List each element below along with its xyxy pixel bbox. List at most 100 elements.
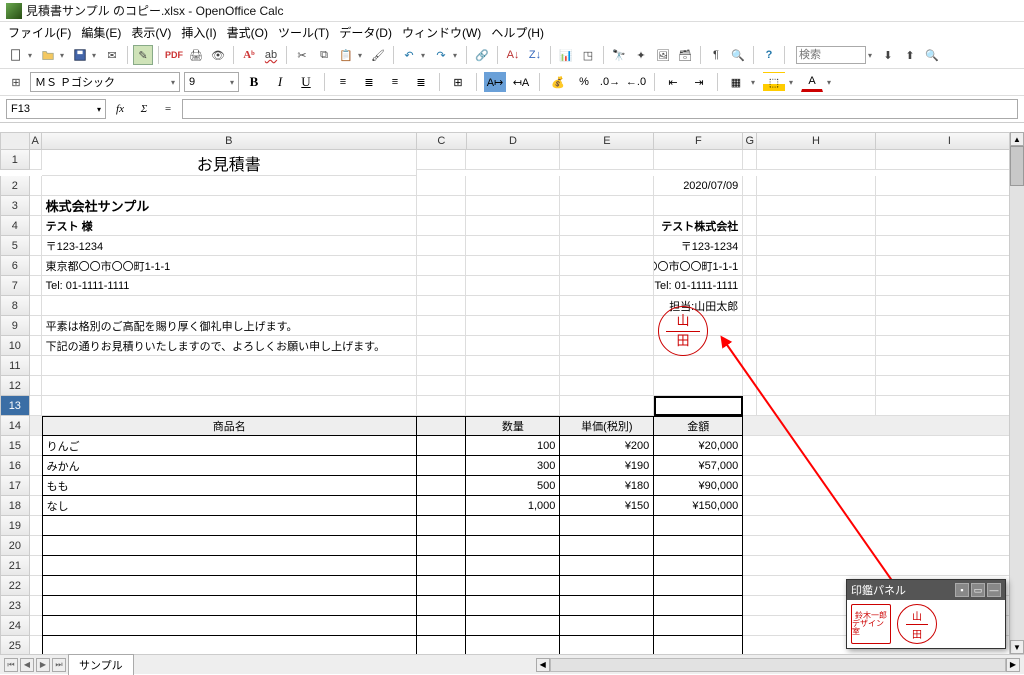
col-name-header[interactable]: 商品名	[42, 416, 417, 436]
gallery-button[interactable]: 🖼	[653, 45, 673, 65]
vertical-scrollbar[interactable]: ▲ ▼	[1009, 132, 1024, 654]
select-all-corner[interactable]	[0, 132, 30, 150]
new-dropdown[interactable]: ▾	[28, 51, 36, 60]
scroll-thumb[interactable]	[1010, 146, 1024, 186]
open-dropdown[interactable]: ▾	[60, 51, 68, 60]
sort-desc-button[interactable]: Z↓	[525, 45, 545, 65]
sender-company[interactable]: テスト株式会社	[654, 216, 743, 236]
tab-nav-next[interactable]: ▶	[36, 658, 50, 672]
col-header-I[interactable]: I	[876, 132, 1024, 150]
bold-button[interactable]: B	[243, 72, 265, 92]
formula-input[interactable]	[182, 99, 1018, 119]
col-header-H[interactable]: H	[757, 132, 876, 150]
align-justify-button[interactable]: ≣	[410, 72, 432, 92]
hyperlink-button[interactable]: 🔗	[472, 45, 492, 65]
save-dropdown[interactable]: ▾	[92, 51, 100, 60]
fontcolor-button[interactable]: A	[801, 72, 823, 92]
scroll-down-button[interactable]: ▼	[1010, 640, 1024, 654]
chart-button[interactable]: 📊	[556, 45, 576, 65]
search-up-button[interactable]: ⬆	[900, 45, 920, 65]
doc-date[interactable]: 2020/07/09	[654, 176, 743, 196]
col-header-D[interactable]: D	[467, 132, 561, 150]
redo-dropdown[interactable]: ▾	[453, 51, 461, 60]
menu-insert[interactable]: 挿入(I)	[181, 24, 216, 41]
tab-nav-last[interactable]: ⏭	[52, 658, 66, 672]
sender-address[interactable]: 東京都〇〇市〇〇町1-1-1	[654, 256, 743, 276]
borders-button[interactable]: ▦	[725, 72, 747, 92]
bgcolor-button[interactable]: ⬚	[763, 72, 785, 92]
sheet-tab[interactable]: サンプル	[68, 654, 134, 675]
print-button[interactable]: 🖨	[186, 45, 206, 65]
search-dropdown[interactable]: ▾	[868, 51, 876, 60]
tab-nav-first[interactable]: ⏮	[4, 658, 18, 672]
merge-cells-button[interactable]: ⊞	[447, 72, 469, 92]
horizontal-scrollbar[interactable]: ◀ ▶	[536, 658, 1020, 672]
bgcolor-dropdown[interactable]: ▾	[789, 78, 797, 87]
client-postal[interactable]: 〒123-1234	[42, 236, 417, 256]
menu-data[interactable]: データ(D)	[339, 24, 392, 41]
stamp-panel-opt-button[interactable]: ▪	[955, 583, 969, 597]
row-header[interactable]: 2	[0, 176, 30, 196]
menu-window[interactable]: ウィンドウ(W)	[402, 24, 481, 41]
search-find-button[interactable]: 🔍	[922, 45, 942, 65]
email-button[interactable]: ✉	[102, 45, 122, 65]
edit-doc-button[interactable]: ✎	[133, 45, 153, 65]
add-decimal-button[interactable]: .0→	[599, 72, 621, 92]
col-unit-header[interactable]: 単価(税別)	[560, 416, 654, 436]
row-header[interactable]: 1	[0, 150, 30, 170]
sender-postal[interactable]: 〒123-1234	[654, 236, 743, 256]
save-button[interactable]	[70, 45, 90, 65]
hscroll-left[interactable]: ◀	[536, 658, 550, 672]
search-down-button[interactable]: ⬇	[878, 45, 898, 65]
stamp-panel-close-button[interactable]: —	[987, 583, 1001, 597]
col-amount-header[interactable]: 金額	[654, 416, 743, 436]
menu-format[interactable]: 書式(O)	[227, 24, 268, 41]
rtl-button[interactable]: ↤A	[510, 72, 532, 92]
remove-decimal-button[interactable]: ←.0	[625, 72, 647, 92]
undo-button[interactable]: ↶	[399, 45, 419, 65]
undo-dropdown[interactable]: ▾	[421, 51, 429, 60]
cell-reference-box[interactable]: F13▾	[6, 99, 106, 119]
spellcheck-button[interactable]: Aᵇ	[239, 45, 259, 65]
stamp-panel-min-button[interactable]: ▭	[971, 583, 985, 597]
client-company[interactable]: 株式会社サンプル	[42, 196, 417, 216]
styles-button[interactable]: ⊞	[6, 72, 26, 92]
datasource-button[interactable]: 🗃	[675, 45, 695, 65]
help-button[interactable]: ?	[759, 45, 779, 65]
zoom-button[interactable]: 🔍	[728, 45, 748, 65]
menu-file[interactable]: ファイル(F)	[8, 24, 71, 41]
autospell-button[interactable]: ab	[261, 45, 281, 65]
redo-button[interactable]: ↷	[431, 45, 451, 65]
format-paint-button[interactable]: 🖌	[368, 45, 388, 65]
sender-tel[interactable]: Tel: 01-1111-1111	[654, 276, 743, 296]
font-size-combo[interactable]: 9▾	[184, 72, 239, 92]
col-header-B[interactable]: B	[42, 132, 418, 150]
align-right-button[interactable]: ≡	[384, 72, 406, 92]
active-cell[interactable]	[654, 396, 743, 416]
copy-button[interactable]: ⧉	[314, 45, 334, 65]
paste-dropdown[interactable]: ▾	[358, 51, 366, 60]
stamp-panel[interactable]: 印鑑パネル ▪ ▭ — 鈴木一郎 デザイン室 山 田	[846, 579, 1006, 649]
col-header-G[interactable]: G	[743, 132, 757, 150]
navigator-button[interactable]: ✦	[631, 45, 651, 65]
client-contact[interactable]: テスト 様	[42, 216, 417, 236]
stamp-round[interactable]: 山 田	[897, 604, 937, 644]
underline-button[interactable]: U	[295, 72, 317, 92]
row-header-selected[interactable]: 13	[0, 396, 30, 416]
col-header-F[interactable]: F	[654, 132, 743, 150]
fontcolor-dropdown[interactable]: ▾	[827, 78, 835, 87]
nonprint-button[interactable]: ¶	[706, 45, 726, 65]
greeting-2[interactable]: 下記の通りお見積りいたしますので、よろしくお願い申し上げます。	[42, 336, 417, 356]
sort-asc-button[interactable]: A↓	[503, 45, 523, 65]
menu-edit[interactable]: 編集(E)	[81, 24, 121, 41]
font-name-combo[interactable]: ＭＳ Ｐゴシック▾	[30, 72, 180, 92]
col-header-A[interactable]: A	[30, 132, 42, 150]
align-left-button[interactable]: ≡	[332, 72, 354, 92]
scroll-up-button[interactable]: ▲	[1010, 132, 1024, 146]
client-tel[interactable]: Tel: 01-1111-1111	[42, 276, 417, 296]
spreadsheet[interactable]: A B C D E F G H I 1 お見積書 2 2020/07/09	[0, 132, 1024, 654]
menu-help[interactable]: ヘルプ(H)	[491, 24, 544, 41]
col-header-C[interactable]: C	[417, 132, 466, 150]
greeting-1[interactable]: 平素は格別のご高配を賜り厚く御礼申し上げます。	[42, 316, 417, 336]
paste-button[interactable]: 📋	[336, 45, 356, 65]
